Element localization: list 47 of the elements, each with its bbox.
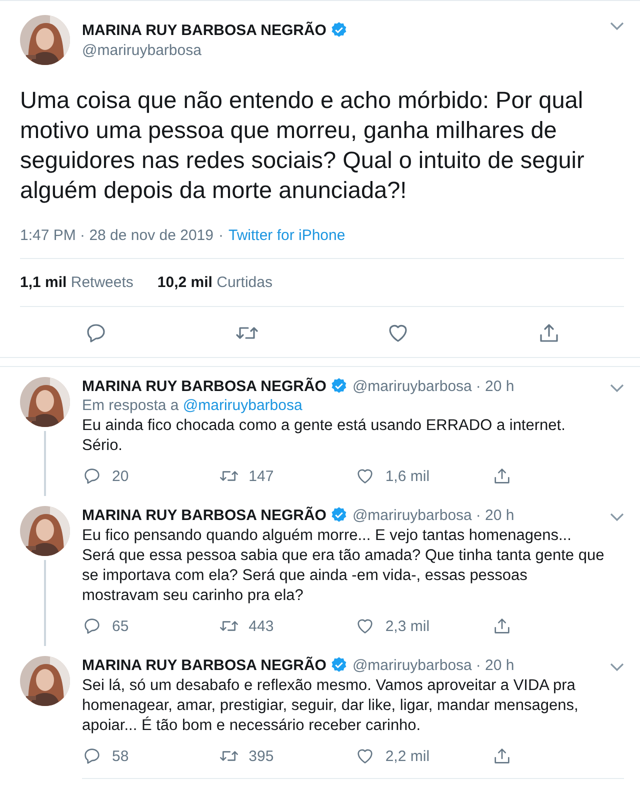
comment-icon	[82, 616, 102, 636]
reply-button[interactable]: 65	[82, 616, 219, 636]
retweet-button[interactable]: 147	[218, 466, 356, 486]
share-button[interactable]	[492, 746, 512, 766]
reply-button[interactable]: 58	[82, 746, 219, 766]
like-button[interactable]: 1,6 mil	[355, 466, 492, 486]
author-handle[interactable]: @mariruybarbosa	[352, 378, 472, 394]
tweet-age: · 20 h	[476, 378, 514, 394]
engagement-stat[interactable]: 10,2 mil Curtidas	[157, 274, 272, 291]
mention-link[interactable]: @mariruybarbosa	[182, 397, 302, 414]
author-handle[interactable]: @mariruybarbosa	[352, 506, 472, 524]
engagement-stat[interactable]: 1,1 mil Retweets	[20, 274, 134, 291]
heart-icon	[355, 466, 376, 486]
chevron-down-icon[interactable]	[610, 662, 624, 672]
reply-button[interactable]: 20	[82, 466, 219, 486]
tweet-text: Eu ainda fico chocada como a gente está usando ERRADO a internet. Sério.	[82, 416, 566, 456]
author-handle[interactable]: @mariruybarbosa	[352, 656, 472, 674]
author-name[interactable]: MARINA RUY BARBOSA NEGRÃO	[82, 378, 326, 394]
author-name[interactable]: MARINA RUY BARBOSA NEGRÃO	[82, 656, 326, 674]
tweet-timestamp[interactable]: 1:47 PM · 28 de nov de 2019	[20, 227, 214, 244]
like-button[interactable]: 2,2 mil	[355, 746, 492, 766]
heart-icon	[355, 616, 376, 636]
tweet-text: Eu fico pensando quando alguém morre... E vejo tantas homenagens... Será que essa pessoa sabia que era tão amada? Que tinha tanta gente que se importava com ela? Será que ainda -em vida-, essas pessoas mostravam seu carinho pra ela?	[82, 526, 606, 606]
share-button[interactable]	[492, 616, 512, 636]
comment-icon	[82, 466, 102, 486]
retweet-button[interactable]: 443	[218, 616, 356, 636]
share-icon	[492, 616, 512, 636]
author-handle[interactable]: @mariruybarbosa	[82, 42, 598, 59]
reply-context: Em resposta a @mariruybarbosa	[82, 397, 304, 414]
author-name[interactable]: MARINA RUY BARBOSA NEGRÃO	[82, 506, 326, 524]
tweet-age: · 20 h	[476, 506, 514, 524]
heart-icon	[355, 746, 376, 766]
tweet-text: Sei lá, só um desabafo e reflexão mesmo. Vamos aproveitar a VIDA pra homenagear, amar, prestigiar, seguir, dar like, ligar, mandar mensagens, apoiar... É tão bom e necessário receber carinho.	[82, 676, 580, 736]
comment-icon	[82, 746, 102, 766]
share-icon	[492, 746, 512, 766]
share-icon	[492, 466, 512, 486]
chevron-down-icon[interactable]	[610, 512, 624, 522]
source-link[interactable]: Twitter for iPhone	[228, 227, 346, 244]
like-button[interactable]: 2,3 mil	[355, 616, 492, 636]
chevron-down-icon[interactable]	[610, 21, 624, 31]
chevron-down-icon[interactable]	[610, 383, 624, 393]
author-name[interactable]: MARINA RUY BARBOSA NEGRÃO	[82, 22, 326, 38]
tweet-text: Uma coisa que não entendo e acho mórbido: Por qual motivo uma pessoa que morreu, ganha milhares de seguidores nas redes sociais? Qual o intuito de seguir alguém depois da morte anunciada?!	[20, 86, 586, 205]
retweet-button[interactable]: 395	[218, 746, 356, 766]
share-button[interactable]	[492, 466, 512, 486]
tweet-age: · 20 h	[476, 656, 514, 674]
separator-dot: ·	[218, 227, 224, 244]
